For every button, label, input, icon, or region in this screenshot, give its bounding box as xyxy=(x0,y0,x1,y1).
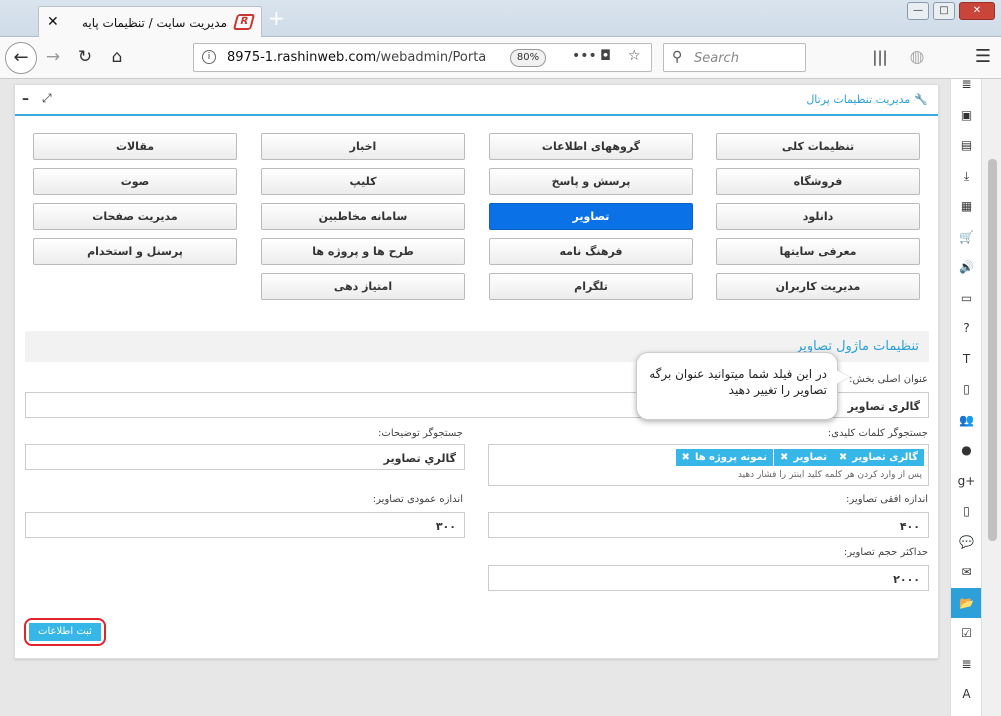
tab-title: مدیریت سایت / تنظیمات پایه xyxy=(81,16,227,30)
menu-button[interactable]: دانلود xyxy=(716,203,920,230)
submit-button[interactable]: ثبت اطلاعات xyxy=(29,623,101,641)
list-icon[interactable]: ≣ xyxy=(951,649,982,679)
max-size-input[interactable]: ۲۰۰۰ xyxy=(488,565,929,591)
search-placeholder: Search xyxy=(694,51,739,66)
panel-header: – ⤢ 🔧مدیریت تنظیمات پرتال xyxy=(15,85,938,116)
mail-icon[interactable]: ✉ xyxy=(951,557,982,587)
menu-button[interactable]: مدیریت صفحات xyxy=(33,203,237,230)
back-button[interactable]: ← xyxy=(5,42,37,74)
film-icon[interactable]: ▦ xyxy=(951,191,982,221)
submit-highlight: ثبت اطلاعات xyxy=(24,618,106,646)
document-icon[interactable]: ▤ xyxy=(951,130,982,160)
search-box[interactable]: ⚲ Search xyxy=(663,43,806,72)
library-icon[interactable]: ||| xyxy=(867,45,893,69)
bookmark-star-icon[interactable]: ☆ xyxy=(628,48,641,64)
reload-icon[interactable]: ↻ xyxy=(72,45,98,69)
tab-close-icon[interactable]: ✕ xyxy=(47,14,59,30)
maximize-icon[interactable]: □ xyxy=(933,2,955,20)
remove-tag-icon[interactable]: ✖ xyxy=(682,452,690,463)
menu-button[interactable]: تنظیمات کلی xyxy=(716,133,920,160)
browser-toolbar: ← → ↻ ⌂ i 8975-1.rashinweb.com/webadmin/… xyxy=(0,37,1001,79)
zoom-level[interactable]: 80% xyxy=(510,49,546,67)
text-icon[interactable]: T xyxy=(951,344,982,374)
file-icon[interactable]: ▯ xyxy=(951,374,982,404)
new-tab-icon[interactable]: + xyxy=(268,7,285,29)
question-icon[interactable]: ? xyxy=(951,313,982,343)
menu-button[interactable]: پرسنل و استخدام xyxy=(33,238,237,265)
window-close-icon[interactable]: ✕ xyxy=(959,2,995,20)
expand-panel-icon[interactable]: ⤢ xyxy=(42,91,52,106)
wrench-icon: 🔧 xyxy=(914,93,928,106)
menu-button[interactable]: مدیریت کاربران xyxy=(716,273,920,300)
group-icon[interactable]: 👥 xyxy=(951,405,982,435)
keywords-label: جستجوگر کلمات کلیدی: xyxy=(827,428,928,439)
height-input[interactable]: ۳۰۰ xyxy=(25,512,465,538)
site-favicon-icon: R xyxy=(232,14,256,30)
pocket-icon[interactable]: ◘ xyxy=(600,48,611,64)
keywords-input[interactable]: گالری تصاویر✖ تصاویر✖ نمونه پروژه ها✖ پس… xyxy=(488,444,929,486)
scrollbar-thumb[interactable] xyxy=(988,159,997,541)
folder-open-icon[interactable]: 📂 xyxy=(951,587,982,618)
menu-button[interactable]: مقالات xyxy=(33,133,237,160)
checkbox-icon[interactable]: ☑ xyxy=(951,618,982,648)
font-icon[interactable]: A xyxy=(951,679,982,709)
keyword-tag[interactable]: تصاویر✖ xyxy=(774,449,833,466)
max-size-label: حداکثر حجم تصاویر: xyxy=(843,547,928,558)
keyword-tag[interactable]: گالری تصاویر✖ xyxy=(832,449,924,466)
menu-button[interactable]: پرسش و پاسخ xyxy=(489,168,693,195)
keyword-tag[interactable]: نمونه پروژه ها✖ xyxy=(675,449,773,466)
list-icon[interactable]: ≣ xyxy=(951,69,982,99)
scrollbar[interactable] xyxy=(981,79,1001,716)
keywords-hint: پس از وارد کردن هر کلمه کلید اینتر را فش… xyxy=(737,470,922,480)
menu-button[interactable]: صوت xyxy=(33,168,237,195)
width-label: اندازه افقی تصاویر: xyxy=(846,494,928,505)
monitor-icon[interactable]: ▭ xyxy=(951,283,982,313)
menu-button[interactable]: تصاویر xyxy=(489,203,693,230)
google-plus-icon[interactable]: g+ xyxy=(951,466,982,496)
menu-button[interactable]: فرهنگ نامه xyxy=(489,238,693,265)
menu-button[interactable]: گروههای اطلاعات xyxy=(489,133,693,160)
url-text[interactable]: 8975-1.rashinweb.com/webadmin/Porta xyxy=(227,50,497,65)
image-icon[interactable]: ▣ xyxy=(951,100,982,130)
chat-icon[interactable]: 💬 xyxy=(951,527,982,557)
download-icon[interactable]: ⤓ xyxy=(951,161,982,191)
user-icon[interactable]: ● xyxy=(951,435,982,465)
minimize-panel-icon[interactable]: – xyxy=(22,91,29,107)
height-label: اندازه عمودی تصاویر: xyxy=(372,494,463,505)
menu-button[interactable]: امتیاز دهی xyxy=(261,273,465,300)
search-icon: ⚲ xyxy=(672,49,683,65)
forward-icon[interactable]: → xyxy=(40,45,66,69)
menu-button[interactable]: کلیپ xyxy=(261,168,465,195)
sync-icon[interactable]: ◍ xyxy=(904,45,930,69)
back-arrow-icon: ← xyxy=(13,47,29,68)
menu-button[interactable]: فروشگاه xyxy=(716,168,920,195)
mobile-icon[interactable]: ▯ xyxy=(951,496,982,526)
browser-tab-bar: ✕ مدیریت سایت / تنظیمات پایه R + — □ ✕ xyxy=(0,0,1001,37)
info-icon[interactable]: i xyxy=(202,50,216,64)
menu-button[interactable]: معرفی سایتها xyxy=(716,238,920,265)
browser-tab[interactable]: ✕ مدیریت سایت / تنظیمات پایه R xyxy=(38,6,262,37)
cart-icon[interactable]: 🛒 xyxy=(951,222,982,252)
description-input[interactable]: گالري تصاوير xyxy=(25,444,465,470)
minimize-icon[interactable]: — xyxy=(907,2,929,20)
description-label: جستجوگر توضیحات: xyxy=(378,428,463,439)
menu-button[interactable]: سامانه مخاطبین xyxy=(261,203,465,230)
panel-title: 🔧مدیریت تنظیمات پرتال xyxy=(806,93,928,106)
menu-button[interactable]: طرح ها و پروژه ها xyxy=(261,238,465,265)
tooltip: در این فیلد شما میتوانید عنوان برگه تصاو… xyxy=(636,352,838,420)
right-sidebar: ≣ ▣ ▤ ⤓ ▦ 🛒 🔊 ▭? T ▯ 👥 ● g+ ▯ 💬 ✉ 📂 ☑ ≣ A xyxy=(950,77,982,716)
main-title-label: عنوان اصلی بخش: xyxy=(849,374,928,385)
menu-button[interactable]: تلگرام xyxy=(489,273,693,300)
width-input[interactable]: ۴۰۰ xyxy=(488,512,929,538)
home-icon[interactable]: ⌂ xyxy=(104,45,130,69)
volume-icon[interactable]: 🔊 xyxy=(951,252,982,282)
tooltip-arrow xyxy=(836,370,850,384)
menu-button[interactable]: اخبار xyxy=(261,133,465,160)
more-actions-icon[interactable]: ••• xyxy=(572,48,597,64)
remove-tag-icon[interactable]: ✖ xyxy=(780,452,788,463)
menu-icon[interactable]: ☰ xyxy=(970,45,996,69)
remove-tag-icon[interactable]: ✖ xyxy=(839,452,847,463)
address-bar[interactable]: i 8975-1.rashinweb.com/webadmin/Porta 80… xyxy=(193,43,652,72)
